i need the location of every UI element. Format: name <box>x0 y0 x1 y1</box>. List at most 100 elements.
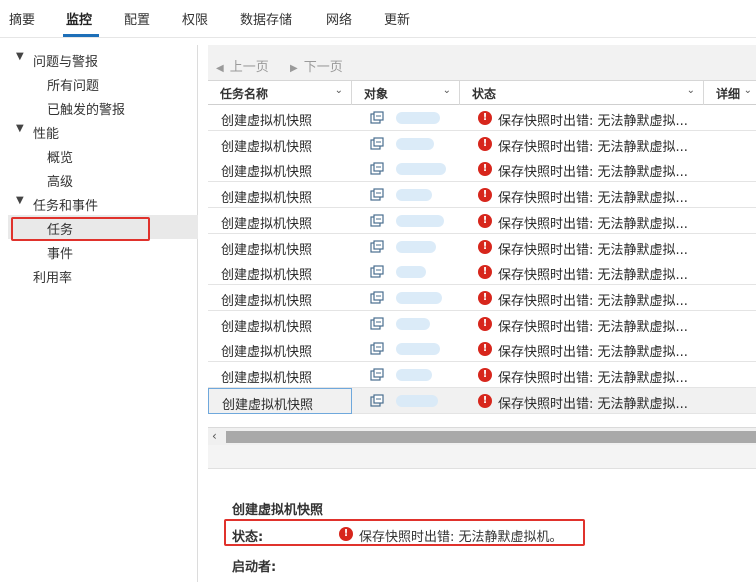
tree-item-triggered-alarms[interactable]: 已触发的警报 <box>8 95 198 119</box>
column-header-details[interactable]: 详细 ⌄ <box>704 81 756 105</box>
task-name-cell[interactable]: 创建虚拟机快照 <box>208 336 352 362</box>
top-tab-bar: 摘要 监控 配置 权限 数据存储 网络 更新 <box>0 0 756 38</box>
status-cell[interactable]: ! 保存快照时出错: 无法静默虚拟... <box>470 362 756 388</box>
tree-group-label: 任务和事件 <box>33 199 99 214</box>
table-row[interactable]: 创建虚拟机快照 ! 保存快照时出错: 无法静默虚拟... <box>208 387 756 414</box>
tree-item-label: 事件 <box>47 247 74 262</box>
status-cell[interactable]: ! 保存快照时出错: 无法静默虚拟... <box>470 105 756 131</box>
status-cell[interactable]: ! 保存快照时出错: 无法静默虚拟... <box>470 156 756 182</box>
object-cell[interactable] <box>352 182 460 208</box>
table-header: 任务名称 ⌄ 对象 ⌄ 状态 ⌄ 详细 ⌄ <box>208 81 756 105</box>
task-name-cell[interactable]: 创建虚拟机快照 <box>208 208 352 234</box>
status-cell[interactable]: ! 保存快照时出错: 无法静默虚拟... <box>470 388 756 414</box>
tab-datastores[interactable]: 数据存储 <box>240 9 292 28</box>
column-header-object[interactable]: 对象 ⌄ <box>352 81 460 105</box>
tree-item-events[interactable]: 事件 <box>8 239 198 263</box>
task-name-cell[interactable]: 创建虚拟机快照 <box>208 285 352 311</box>
tab-networks[interactable]: 网络 <box>326 9 352 28</box>
object-cell[interactable] <box>352 336 460 362</box>
status-cell[interactable]: ! 保存快照时出错: 无法静默虚拟... <box>470 208 756 234</box>
task-name-cell[interactable]: 创建虚拟机快照 <box>208 259 352 285</box>
main-pane: ◀ 上一页 ▶ 下一页 任务名称 ⌄ 对象 ⌄ 状态 ⌄ 详细 ⌄ 创建虚拟机快照!… <box>208 45 756 582</box>
table-row[interactable]: 创建虚拟机快照 ! 保存快照时出错: 无法静默虚拟... <box>208 259 756 286</box>
status-cell[interactable]: ! 保存快照时出错: 无法静默虚拟... <box>470 285 756 311</box>
tab-configure[interactable]: 配置 <box>124 9 150 28</box>
tab-updates[interactable]: 更新 <box>384 9 410 28</box>
table-row[interactable]: 创建虚拟机快照 ! 保存快照时出错: 无法静默虚拟... <box>208 207 756 234</box>
task-name: 创建虚拟机快照 <box>221 242 313 258</box>
table-row[interactable]: 创建虚拟机快照 ! 保存快照时出错: 无法静默虚拟... <box>208 336 756 363</box>
task-name-cell[interactable]: 创建虚拟机快照 <box>208 234 352 260</box>
next-page-button[interactable]: ▶ 下一页 <box>290 56 343 75</box>
table-row[interactable]: 创建虚拟机快照 ! 保存快照时出错: 无法静默虚拟... <box>208 105 756 131</box>
task-name: 创建虚拟机快照 <box>221 114 313 129</box>
task-name-cell[interactable]: 创建虚拟机快照 <box>208 182 352 208</box>
object-cell[interactable] <box>352 259 460 285</box>
object-cell[interactable] <box>352 234 460 260</box>
tree-item-overview[interactable]: 概览 <box>8 143 198 167</box>
caret-down-icon[interactable]: ▼ <box>16 51 24 62</box>
column-header-task-name[interactable]: 任务名称 ⌄ <box>208 81 352 105</box>
status-cell[interactable]: ! 保存快照时出错: 无法静默虚拟... <box>470 131 756 157</box>
prev-page-label: 上一页 <box>229 60 269 75</box>
chevron-down-icon[interactable]: ⌄ <box>443 85 451 96</box>
tree-group-performance[interactable]: ▼ 性能 <box>8 119 198 143</box>
tab-permissions[interactable]: 权限 <box>182 9 208 28</box>
table-row[interactable]: 创建虚拟机快照 ! 保存快照时出错: 无法静默虚拟... <box>208 310 756 337</box>
task-name-cell[interactable]: 创建虚拟机快照 <box>208 156 352 182</box>
tree-item-all-issues[interactable]: 所有问题 <box>8 71 198 95</box>
table-row[interactable]: 创建虚拟机快照 ! 保存快照时出错: 无法静默虚拟... <box>208 284 756 311</box>
redacted-object-name <box>396 214 444 227</box>
scrollbar-thumb[interactable] <box>226 431 756 443</box>
object-cell[interactable] <box>352 105 460 131</box>
tree-group-tasks-events[interactable]: ▼ 任务和事件 <box>8 191 198 215</box>
task-detail-panel: 创建虚拟机快照 状态: ! 保存快照时出错: 无法静默虚拟机。 启动者: <box>208 469 756 582</box>
table-row[interactable]: 创建虚拟机快照 ! 保存快照时出错: 无法静默虚拟... <box>208 362 756 388</box>
task-name-cell[interactable]: 创建虚拟机快照 <box>208 311 352 337</box>
table-row[interactable]: 创建虚拟机快照 ! 保存快照时出错: 无法静默虚拟... <box>208 182 756 209</box>
task-name-cell[interactable]: 创建虚拟机快照 <box>208 105 352 131</box>
table-row[interactable]: 创建虚拟机快照 ! 保存快照时出错: 无法静默虚拟... <box>208 156 756 183</box>
task-name-cell[interactable]: 创建虚拟机快照 <box>208 131 352 157</box>
object-cell[interactable] <box>352 285 460 311</box>
status-cell[interactable]: ! 保存快照时出错: 无法静默虚拟... <box>470 336 756 362</box>
triangle-right-icon: ▶ <box>290 63 298 74</box>
object-cell[interactable] <box>352 208 460 234</box>
vm-icon <box>370 137 384 150</box>
chevron-down-icon[interactable]: ⌄ <box>335 85 343 96</box>
horizontal-scrollbar[interactable]: ‹ <box>208 427 756 445</box>
caret-down-icon[interactable]: ▼ <box>16 195 24 206</box>
status-cell[interactable]: ! 保存快照时出错: 无法静默虚拟... <box>470 234 756 260</box>
prev-page-button[interactable]: ◀ 上一页 <box>216 56 269 75</box>
column-label: 对象 <box>364 87 389 101</box>
column-header-status[interactable]: 状态 ⌄ <box>460 81 704 105</box>
status-cell[interactable]: ! 保存快照时出错: 无法静默虚拟... <box>470 311 756 337</box>
object-cell[interactable] <box>352 388 460 414</box>
tree-group-issues-alarms[interactable]: ▼ 问题与警报 <box>8 47 198 71</box>
status-cell[interactable]: ! 保存快照时出错: 无法静默虚拟... <box>470 259 756 285</box>
caret-down-icon[interactable]: ▼ <box>16 123 24 134</box>
task-name: 创建虚拟机快照 <box>222 397 314 413</box>
object-cell[interactable] <box>352 362 460 388</box>
table-row[interactable]: 创建虚拟机快照 ! 保存快照时出错: 无法静默虚拟... <box>208 130 756 157</box>
redacted-object-name <box>396 394 438 407</box>
task-name-cell[interactable]: 创建虚拟机快照 <box>208 362 352 388</box>
chevron-down-icon[interactable]: ⌄ <box>744 85 752 96</box>
object-cell[interactable] <box>352 311 460 337</box>
triangle-left-icon: ◀ <box>216 63 224 74</box>
vm-icon <box>370 291 384 304</box>
status-text: 保存快照时出错: 无法静默虚拟... <box>498 319 688 335</box>
task-name: 创建虚拟机快照 <box>221 293 313 309</box>
task-name-cell[interactable]: 创建虚拟机快照 <box>208 387 352 414</box>
status-cell[interactable]: ! 保存快照时出错: 无法静默虚拟... <box>470 182 756 208</box>
table-row[interactable]: 创建虚拟机快照 ! 保存快照时出错: 无法静默虚拟... <box>208 233 756 260</box>
tab-monitor[interactable]: 监控 <box>66 9 92 28</box>
scroll-left-icon[interactable]: ‹ <box>212 429 217 443</box>
tab-summary[interactable]: 摘要 <box>9 9 35 28</box>
chevron-down-icon[interactable]: ⌄ <box>687 85 695 96</box>
status-text: 保存快照时出错: 无法静默虚拟... <box>498 216 688 232</box>
object-cell[interactable] <box>352 156 460 182</box>
tree-item-utilization[interactable]: 利用率 <box>8 263 198 287</box>
object-cell[interactable] <box>352 131 460 157</box>
tree-item-advanced[interactable]: 高级 <box>8 167 198 191</box>
